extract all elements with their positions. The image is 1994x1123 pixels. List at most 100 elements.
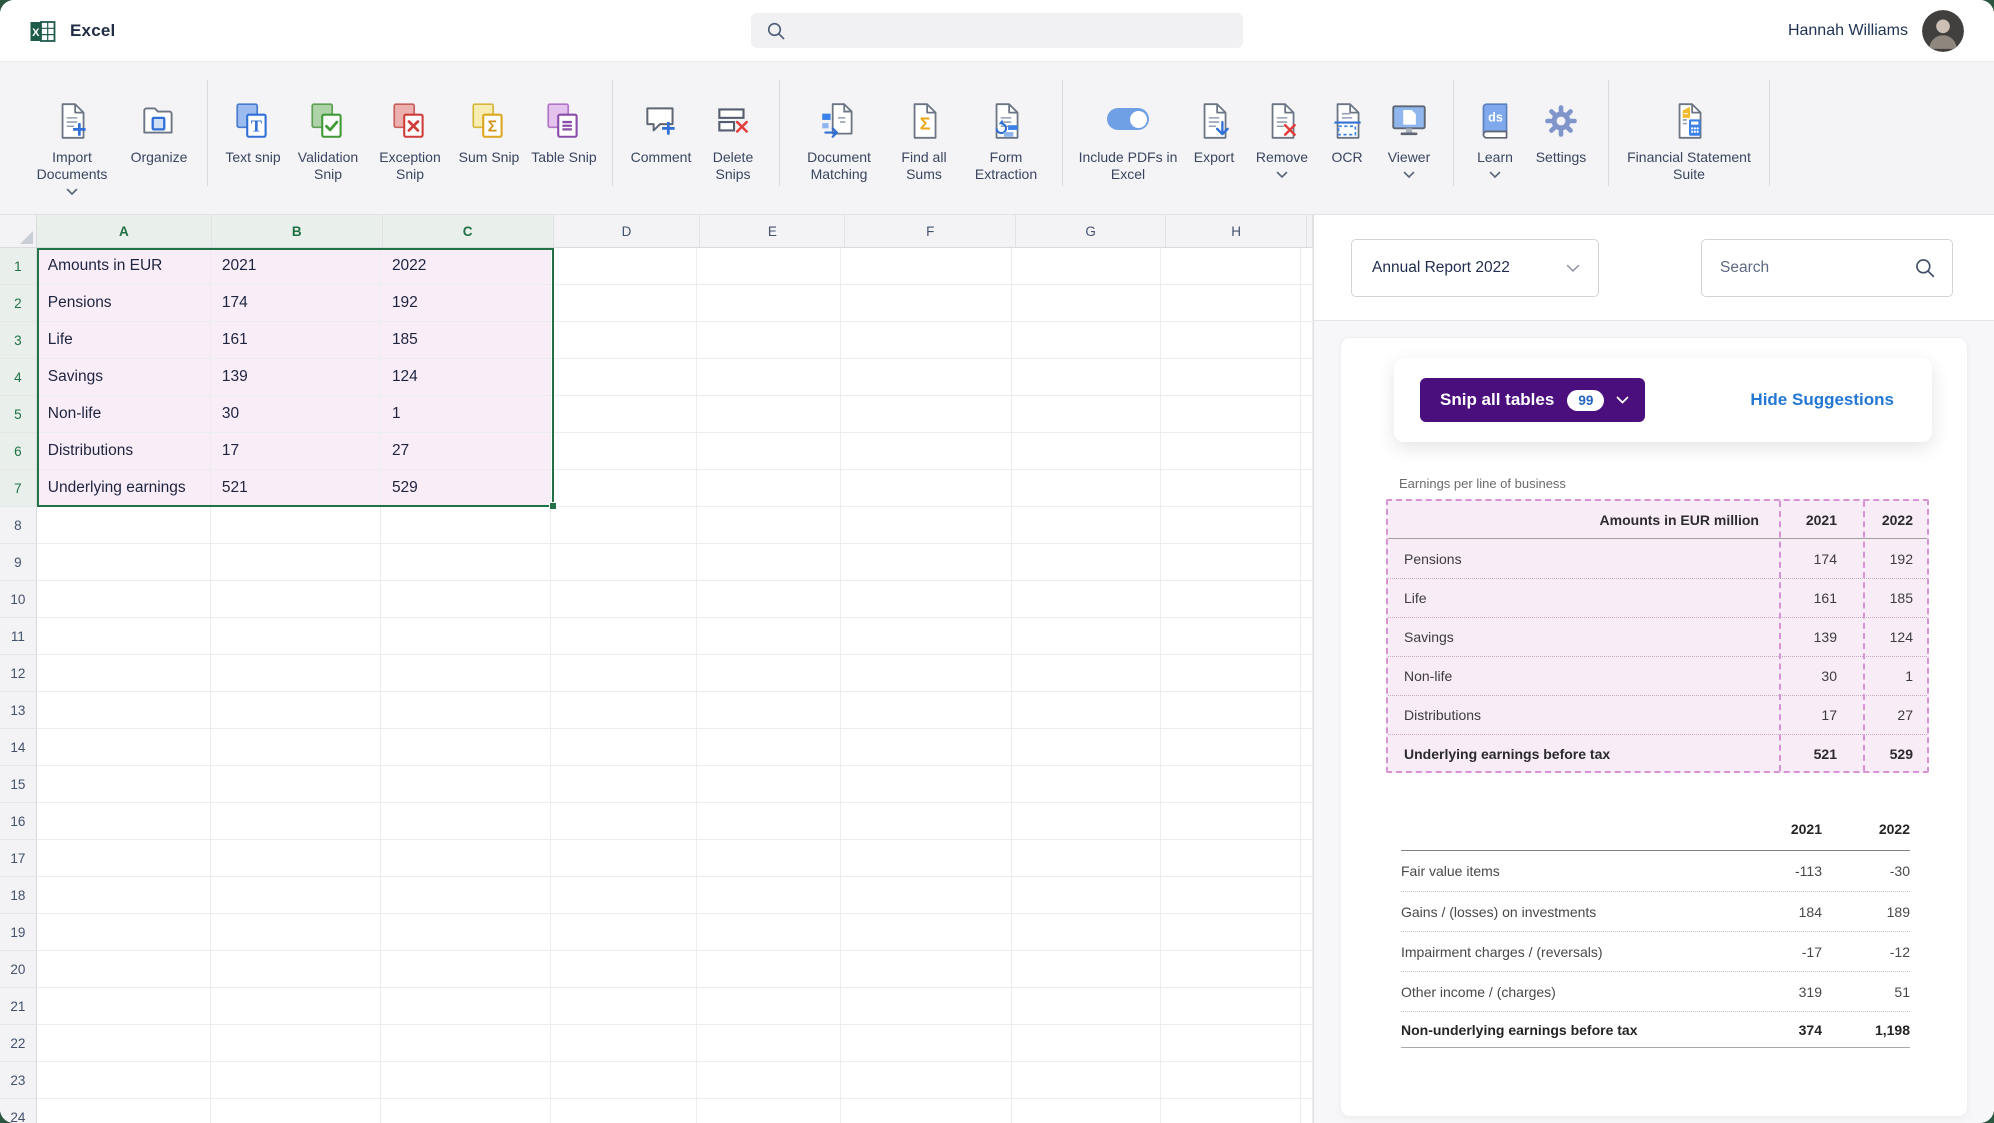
grid-cell[interactable]: [551, 618, 697, 655]
grid-cell[interactable]: [381, 766, 551, 803]
grid-cell[interactable]: [37, 1025, 211, 1062]
column-header[interactable]: H: [1166, 215, 1307, 248]
grid-cell[interactable]: [211, 1099, 381, 1123]
grid-cell[interactable]: [841, 988, 1011, 1025]
grid-cell[interactable]: [381, 877, 551, 914]
grid-cell[interactable]: [841, 359, 1011, 396]
grid-cell[interactable]: [1301, 470, 1313, 507]
global-search-input[interactable]: [796, 23, 1216, 39]
grid-cell[interactable]: [1301, 766, 1313, 803]
grid-cell[interactable]: [211, 618, 381, 655]
grid-cell[interactable]: [1012, 322, 1161, 359]
grid-cell[interactable]: [551, 766, 697, 803]
grid-cell[interactable]: [841, 692, 1011, 729]
grid-cell[interactable]: [1012, 470, 1161, 507]
grid-cell[interactable]: [37, 1062, 211, 1099]
grid-cell[interactable]: [551, 581, 697, 618]
grid-cell[interactable]: [381, 803, 551, 840]
export-button[interactable]: Export: [1186, 76, 1242, 166]
grid-cell[interactable]: [1012, 655, 1161, 692]
grid-cell[interactable]: [841, 581, 1011, 618]
row-header[interactable]: 6: [0, 433, 37, 470]
grid-cell[interactable]: 185: [381, 322, 551, 359]
grid-cell[interactable]: [841, 877, 1011, 914]
grid-cell[interactable]: [37, 988, 211, 1025]
grid-cell[interactable]: [1301, 951, 1313, 988]
grid-cell[interactable]: [841, 1062, 1011, 1099]
row-header[interactable]: 20: [0, 951, 37, 988]
grid-cell[interactable]: [697, 877, 841, 914]
grid-cell[interactable]: [1012, 507, 1161, 544]
row-header[interactable]: 4: [0, 359, 37, 396]
grid-cell[interactable]: [841, 285, 1011, 322]
grid-cell[interactable]: [1012, 396, 1161, 433]
grid-cell[interactable]: [1301, 1099, 1313, 1123]
row-header[interactable]: 9: [0, 544, 37, 581]
grid-cell[interactable]: [37, 877, 211, 914]
row-header[interactable]: 19: [0, 914, 37, 951]
spreadsheet[interactable]: ABCDEFGH1Amounts in EUR202120222Pensions…: [0, 215, 1314, 1123]
grid-cell[interactable]: [697, 729, 841, 766]
grid-cell[interactable]: [1012, 729, 1161, 766]
grid-cell[interactable]: [697, 914, 841, 951]
grid-cell[interactable]: [1161, 877, 1301, 914]
grid-cell[interactable]: [1012, 951, 1161, 988]
grid-cell[interactable]: 529: [381, 470, 551, 507]
grid-cell[interactable]: [211, 507, 381, 544]
viewer-button[interactable]: Viewer: [1380, 76, 1438, 179]
row-header[interactable]: 14: [0, 729, 37, 766]
financial-statement-suite-button[interactable]: Financial Statement Suite: [1624, 76, 1754, 183]
row-header[interactable]: 2: [0, 285, 37, 322]
grid-cell[interactable]: [381, 988, 551, 1025]
grid-cell[interactable]: [551, 877, 697, 914]
grid-cell[interactable]: [1161, 1025, 1301, 1062]
grid-cell[interactable]: [697, 285, 841, 322]
grid-cell[interactable]: [1301, 914, 1313, 951]
row-header[interactable]: 10: [0, 581, 37, 618]
grid-cell[interactable]: [1161, 322, 1301, 359]
grid-cell[interactable]: [1012, 544, 1161, 581]
user-area[interactable]: Hannah Williams: [1788, 0, 1964, 62]
grid-cell[interactable]: [211, 914, 381, 951]
grid-cell[interactable]: [841, 322, 1011, 359]
grid-cell[interactable]: [37, 766, 211, 803]
grid-cell[interactable]: [697, 988, 841, 1025]
column-header[interactable]: E: [700, 215, 845, 248]
grid-cell[interactable]: [841, 433, 1011, 470]
grid-cell[interactable]: [1301, 248, 1313, 285]
grid-cell[interactable]: Pensions: [37, 285, 211, 322]
grid-cell[interactable]: [551, 359, 697, 396]
grid-cell[interactable]: [1301, 507, 1313, 544]
grid-cell[interactable]: [551, 322, 697, 359]
import-documents-button[interactable]: Import Documents: [26, 76, 118, 196]
grid-cell[interactable]: [37, 618, 211, 655]
grid-cell[interactable]: [1012, 248, 1161, 285]
grid-cell[interactable]: [1301, 581, 1313, 618]
row-header[interactable]: 8: [0, 507, 37, 544]
grid-cell[interactable]: [841, 248, 1011, 285]
grid-cell[interactable]: [211, 877, 381, 914]
grid-cell[interactable]: [697, 618, 841, 655]
grid-cell[interactable]: [697, 1099, 841, 1123]
learn-button[interactable]: dsLearn: [1469, 76, 1521, 179]
grid-cell[interactable]: [381, 840, 551, 877]
row-header[interactable]: 18: [0, 877, 37, 914]
grid-cell[interactable]: [841, 618, 1011, 655]
chevron-down-icon[interactable]: [1276, 171, 1288, 179]
grid-cell[interactable]: [841, 803, 1011, 840]
chevron-down-icon[interactable]: [1616, 396, 1629, 405]
grid-cell[interactable]: [697, 803, 841, 840]
grid-cell[interactable]: [697, 951, 841, 988]
grid-cell[interactable]: Life: [37, 322, 211, 359]
grid-cell[interactable]: [211, 1062, 381, 1099]
validation-snip-button[interactable]: Validation Snip: [291, 76, 365, 183]
grid-cell[interactable]: [841, 766, 1011, 803]
grid-cell[interactable]: [1301, 1062, 1313, 1099]
grid-cell[interactable]: [1012, 581, 1161, 618]
grid-cell[interactable]: [1161, 1099, 1301, 1123]
form-extraction-button[interactable]: Form Extraction: [965, 76, 1047, 183]
row-header[interactable]: 12: [0, 655, 37, 692]
grid-cell[interactable]: [1161, 803, 1301, 840]
snip-all-tables-button[interactable]: Snip all tables 99: [1420, 378, 1645, 422]
chevron-down-icon[interactable]: [1489, 171, 1501, 179]
